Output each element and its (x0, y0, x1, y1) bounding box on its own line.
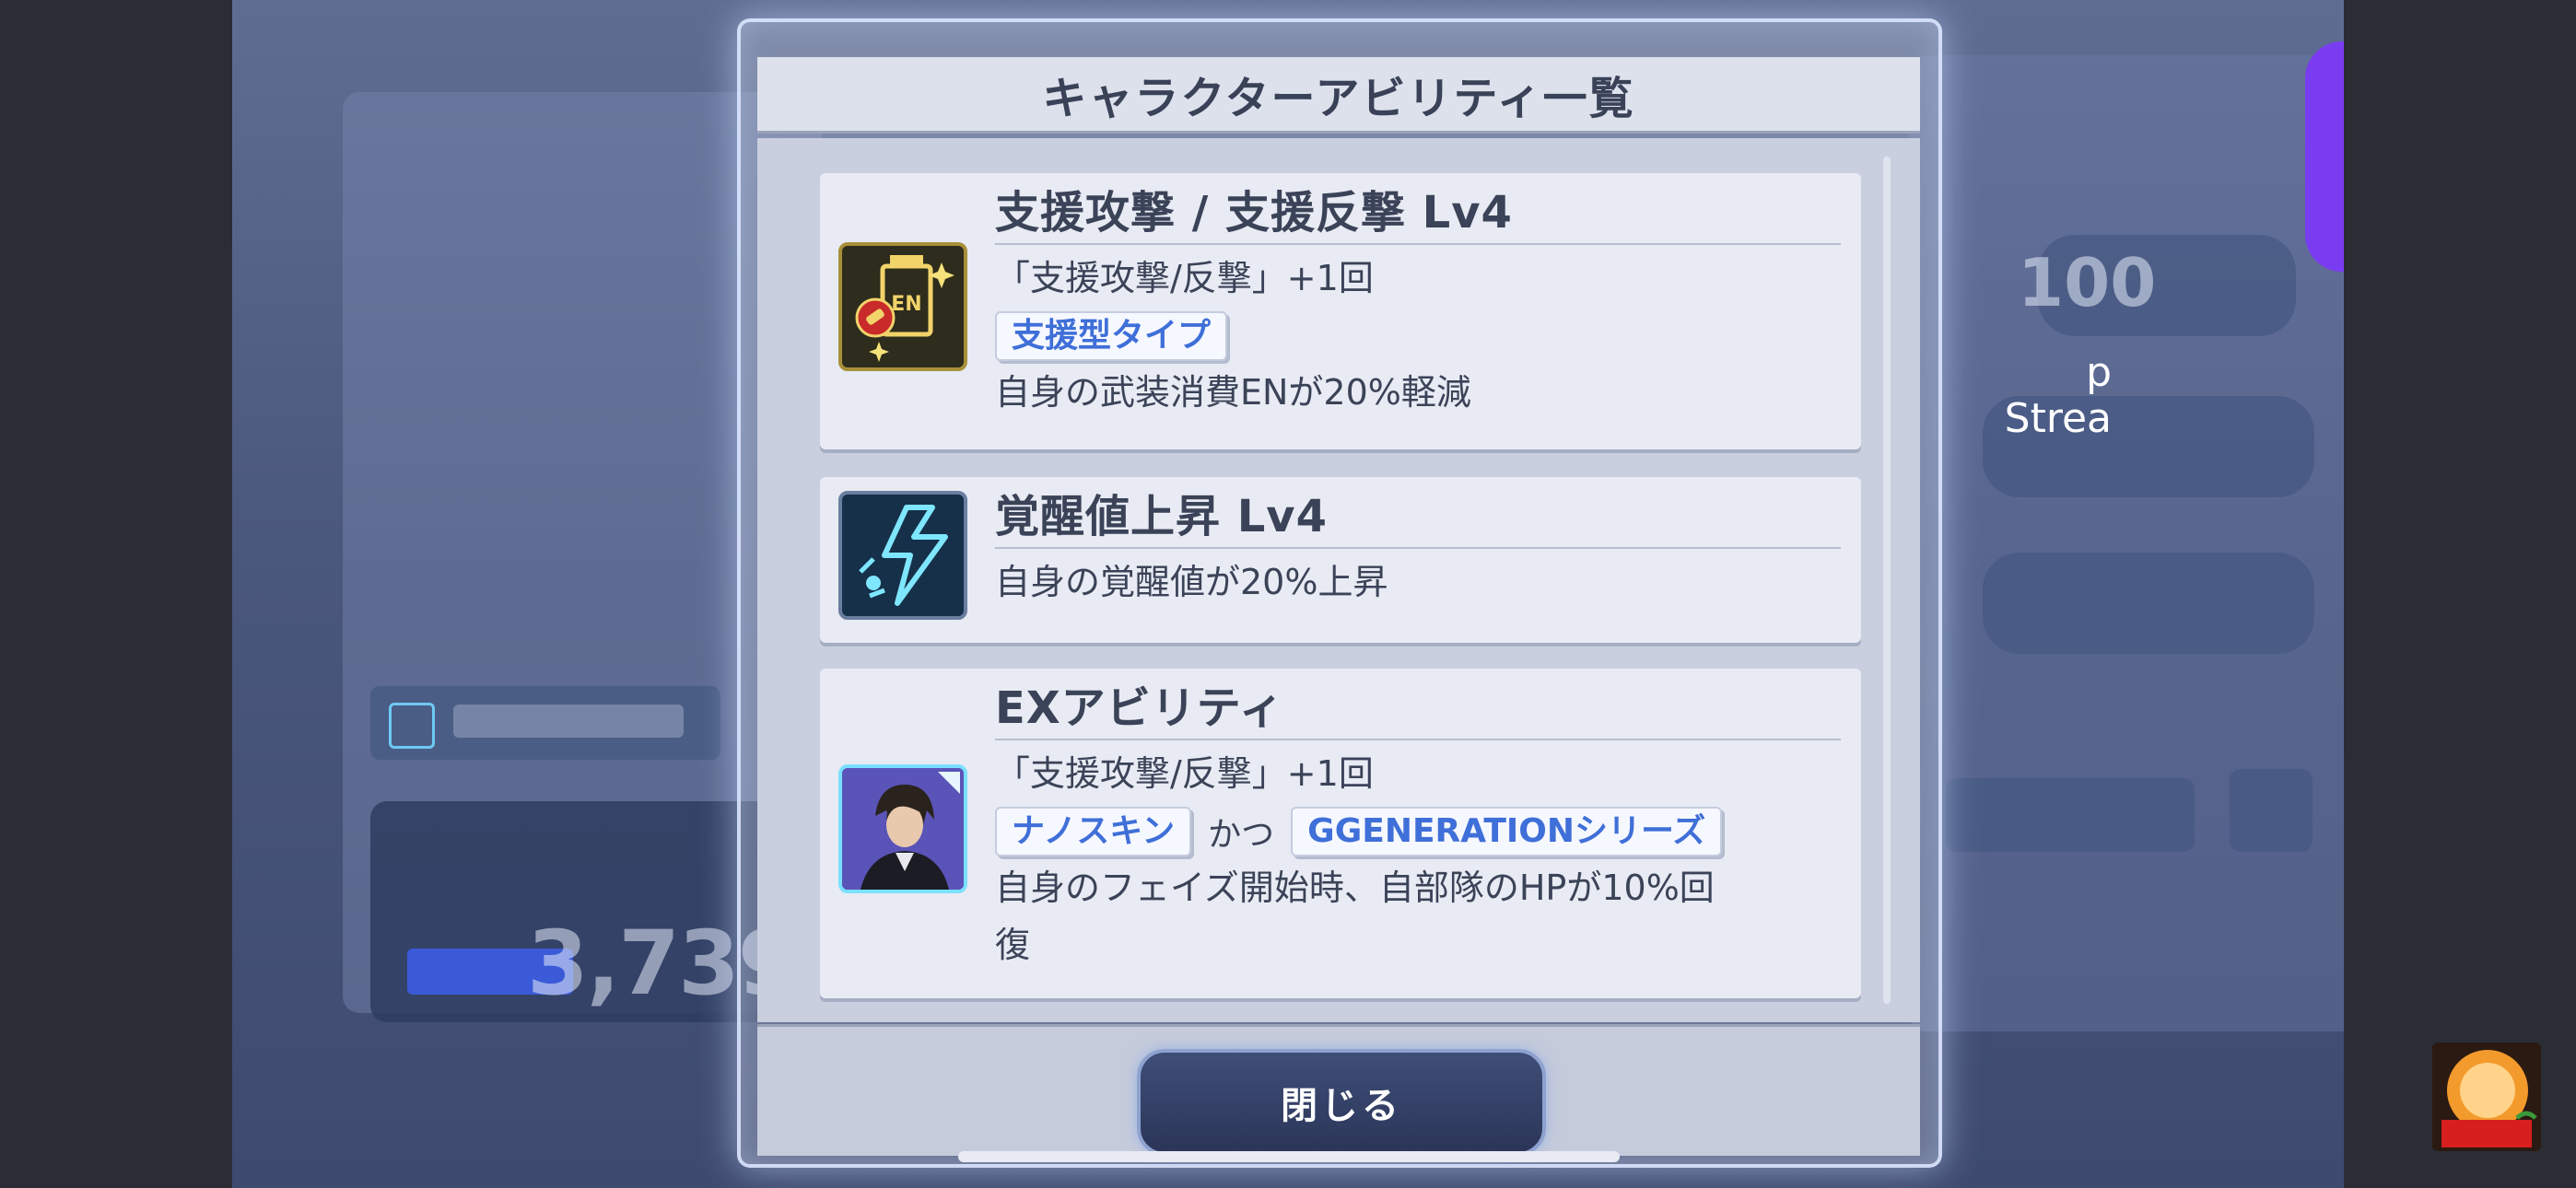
stream-overlay-line2: Strea (2004, 395, 2112, 442)
checkbox-icon (389, 703, 435, 749)
background-toggle-label (453, 705, 684, 738)
modal-header: キャラクターアビリティ一覧 (757, 57, 1920, 134)
stream-overlay-text: p Strea (1997, 350, 2112, 442)
ability-condition-row: ナノスキン かつ GGENERATIONシリーズ (995, 805, 1841, 858)
background-edit-icon (2230, 769, 2313, 852)
ability-content: 支援攻撃 / 支援反撃 Lv4 「支援攻撃/反撃」+1回 支援型タイプ 自身の武… (995, 186, 1841, 420)
ability-condition-connector: かつ (1208, 816, 1275, 854)
close-button[interactable]: 閉じる (1137, 1049, 1546, 1156)
ability-description-continued: 復 (995, 925, 1031, 965)
background-right-panel (1909, 55, 2344, 1031)
en-support-icon: EN (838, 242, 967, 371)
background-button (1946, 778, 2195, 852)
ability-card: EN 支援攻撃 / 支援反撃 Lv4 「支援攻撃/反撃」+1回 支援型タイプ 自… (820, 173, 1861, 449)
ability-description: 自身の覚醒値が20%上昇 (995, 562, 1388, 602)
modal-footer: 閉じる (757, 1024, 1920, 1156)
ability-condition-tag: ナノスキン (995, 807, 1192, 856)
ability-list[interactable]: EN 支援攻撃 / 支援反撃 Lv4 「支援攻撃/反撃」+1回 支援型タイプ 自… (802, 157, 1878, 1004)
list-scrollbar[interactable] (1883, 157, 1891, 1004)
channel-logo (2432, 1042, 2541, 1151)
ability-title: 支援攻撃 / 支援反撃 Lv4 (995, 186, 1841, 245)
ability-content: 覚醒値上昇 Lv4 自身の覚醒値が20%上昇 (995, 490, 1841, 610)
ability-title: EXアビリティ (995, 681, 1841, 740)
background-purple-tab (2305, 41, 2344, 272)
ability-effect: 「支援攻撃/反撃」+1回 (995, 258, 1374, 298)
background-max-strength-toggle (370, 686, 720, 760)
left-letterbox (0, 0, 232, 1188)
ability-title: 覚醒値上昇 Lv4 (995, 490, 1841, 549)
ability-effect: 「支援攻撃/反撃」+1回 (995, 753, 1374, 794)
ability-type-tag: 支援型タイプ (995, 311, 1228, 361)
right-letterbox (2344, 0, 2576, 1188)
home-indicator[interactable] (958, 1151, 1620, 1162)
background-pill (1983, 553, 2314, 654)
ability-condition-tag: GGENERATIONシリーズ (1291, 807, 1723, 856)
modal-body[interactable]: EN 支援攻撃 / 支援反撃 Lv4 「支援攻撃/反撃」+1回 支援型タイプ 自… (757, 138, 1920, 1022)
ability-description: 自身のフェイズ開始時、自部隊のHPが10%回 (995, 868, 1715, 908)
ability-condition-row: 支援型タイプ (995, 309, 1841, 363)
awakening-icon (838, 491, 967, 620)
background-stat-box: 3,739 (370, 801, 800, 1022)
close-button-label: 閉じる (1281, 1085, 1402, 1127)
modal-title: キャラクターアビリティ一覧 (1042, 73, 1635, 124)
stream-overlay-line1: p (2086, 350, 2112, 396)
ability-description: 自身の武装消費ENが20%軽減 (995, 372, 1471, 413)
background-level-value: 100 (2018, 244, 2157, 321)
ability-content: EXアビリティ 「支援攻撃/反撃」+1回 ナノスキン かつ GGENERATIO… (995, 681, 1841, 973)
character-portrait-icon (838, 764, 967, 893)
svg-text:EN: EN (891, 293, 921, 316)
ability-card: 覚醒値上昇 Lv4 自身の覚醒値が20%上昇 (820, 477, 1861, 643)
ability-card: EXアビリティ 「支援攻撃/反撃」+1回 ナノスキン かつ GGENERATIO… (820, 669, 1861, 998)
